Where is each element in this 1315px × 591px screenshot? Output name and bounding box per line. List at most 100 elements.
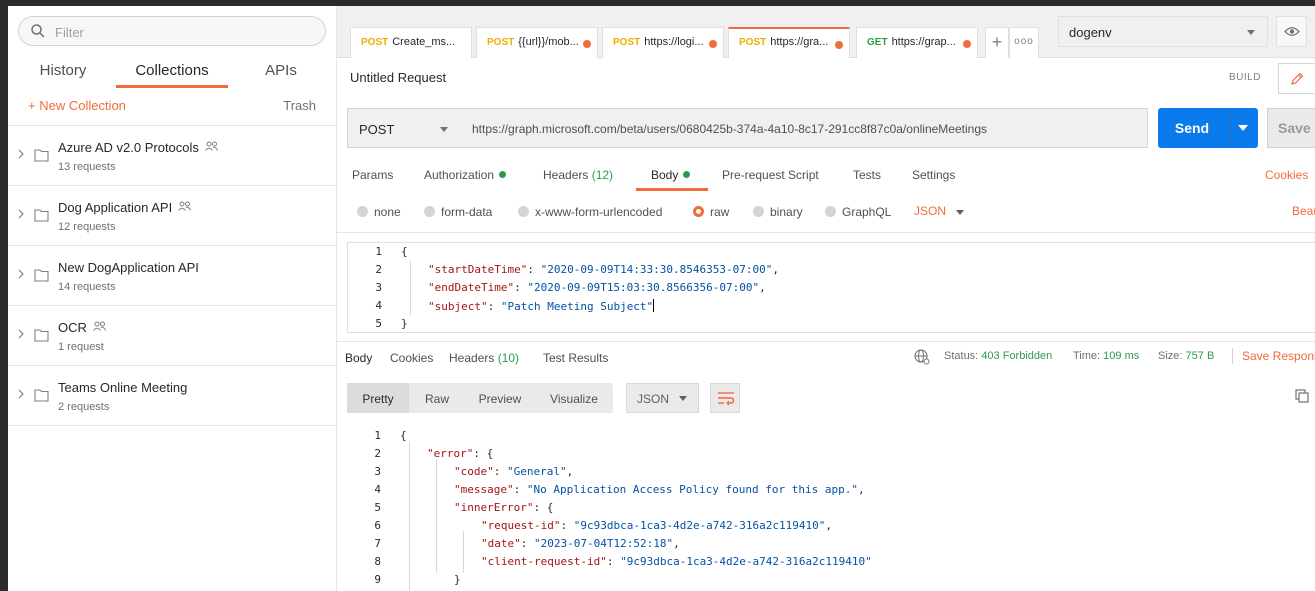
json-key: "client-request-id" [481,555,607,568]
trash-button[interactable]: Trash [283,98,316,113]
collection-item[interactable]: Teams Online Meeting 2 requests [8,366,337,426]
new-collection-button[interactable]: + New Collection [28,98,126,113]
json-key: "innerError" [454,501,534,514]
team-icon [205,141,218,151]
more-tabs-button[interactable]: ooo [1009,27,1039,58]
view-preview[interactable]: Preview [465,383,535,413]
line-number: 3 [374,465,381,478]
collection-item[interactable]: Azure AD v2.0 Protocols 13 requests [8,126,337,186]
filter-input[interactable] [55,22,315,42]
response-tab-headers[interactable]: Headers (10) [449,351,519,365]
chevron-down-icon[interactable] [1238,125,1248,131]
edit-button[interactable] [1278,63,1314,94]
radio-icon [357,206,368,217]
url-input[interactable]: https://graph.microsoft.com/beta/users/0… [462,108,1148,148]
chevron-down-icon[interactable] [956,210,964,215]
request-tab[interactable]: POST Create_ms... [350,27,472,58]
request-tab[interactable]: POST https://logi... [602,27,724,58]
json-key: "date" [481,537,521,550]
tab-tests[interactable]: Tests [853,168,881,182]
view-raw[interactable]: Raw [409,383,465,413]
divider [337,232,1315,233]
tab-prerequest-script[interactable]: Pre-request Script [722,168,819,182]
tab-body[interactable]: Body [651,168,691,182]
request-tab-active[interactable]: POST https://gra... [728,27,850,58]
tab-history[interactable]: History [28,58,98,88]
radio-raw[interactable]: raw [693,205,729,219]
tab-params[interactable]: Params [352,168,393,182]
team-icon [178,201,192,211]
radio-none[interactable]: none [357,205,401,219]
tab-collections[interactable]: Collections [116,58,228,88]
request-tab[interactable]: GET https://grap... [856,27,978,58]
tab-settings[interactable]: Settings [912,168,955,182]
response-format-select[interactable]: JSON [626,383,699,413]
new-tab-button[interactable]: + [985,27,1009,58]
folder-icon [34,269,49,282]
tab-headers[interactable]: Headers (12) [543,168,613,182]
code-line: 2 "startDateTime": "2020-09-09T14:33:30.8… [348,263,1308,281]
tab-authorization[interactable]: Authorization [424,168,507,182]
json-value: "2020-09-09T14:33:30.8546353-07:00" [540,263,773,276]
environment-quick-look-button[interactable] [1276,16,1307,47]
radio-form-data[interactable]: form-data [424,205,492,219]
response-time[interactable]: Time: 109 ms [1073,350,1139,362]
json-value: "9c93dbca-1ca3-4d2e-a742-316a2c119410" [620,555,872,568]
search-icon [31,24,45,38]
environment-select[interactable]: dogenv [1058,16,1268,47]
radio-icon [424,206,435,217]
build-mode-label[interactable]: BUILD [1229,72,1261,83]
collection-item[interactable]: OCR 1 request [8,306,337,366]
beautify-link[interactable]: Beautify [1292,204,1315,218]
json-key: "endDateTime" [428,281,515,294]
request-tab-bar: POST Create_ms... POST {{url}}/mob... POST… [337,6,1315,58]
response-size[interactable]: Size: 757 B [1158,350,1214,362]
text-cursor [653,299,655,312]
json-key: "subject" [428,300,488,313]
sidebar: History Collections APIs + New Collectio… [8,6,337,591]
send-button[interactable]: Send [1158,108,1258,148]
radio-icon [518,206,529,217]
response-tab-body[interactable]: Body [345,351,372,365]
chevron-down-icon [679,396,687,401]
collection-item[interactable]: New DogApplication API 14 requests [8,246,337,306]
save-button[interactable]: Save [1267,108,1315,148]
request-body-editor[interactable]: 1{ 2 "startDateTime": "2020-09-09T14:33:3… [347,242,1315,333]
active-tab-underline [636,188,708,191]
filter-box[interactable] [18,16,326,46]
line-number: 2 [374,447,381,460]
globe-icon[interactable] [914,349,930,365]
request-title[interactable]: Untitled Request [350,70,446,85]
radio-binary[interactable]: binary [753,205,803,219]
radio-graphql[interactable]: GraphQL [825,205,891,219]
save-response-button[interactable]: Save Response [1242,349,1315,363]
view-pretty[interactable]: Pretty [347,383,409,413]
view-visualize[interactable]: Visualize [535,383,613,413]
tab-apis[interactable]: APIs [255,58,307,88]
time-label: Time: [1073,350,1101,362]
response-tab-cookies[interactable]: Cookies [390,351,433,365]
folder-icon [34,389,49,402]
collection-item[interactable]: Dog Application API 12 requests [8,186,337,246]
raw-type-select[interactable]: JSON [914,204,946,218]
sidebar-tabs: History Collections APIs [8,58,337,88]
status-dot [499,171,507,178]
code-line: 1{ [347,429,1307,447]
environment-value: dogenv [1069,25,1112,40]
request-tab[interactable]: POST {{url}}/mob... [476,27,598,58]
window-left-edge [0,0,8,591]
response-body-viewer[interactable]: 1{ 2 "error": { 3 "code": "General", 4 "mes… [347,423,1315,591]
method-select[interactable]: POST [347,108,463,148]
format-value: JSON [637,392,670,406]
divider [1232,348,1233,364]
collection-name: Dog Application API [58,200,192,215]
cookies-link[interactable]: Cookies [1265,168,1308,182]
radio-urlencoded[interactable]: x-www-form-urlencoded [518,205,662,219]
response-status[interactable]: Status: 403 Forbidden [944,350,1052,362]
response-tab-test-results[interactable]: Test Results [543,351,608,365]
json-key: "error" [427,447,474,460]
copy-icon[interactable] [1295,389,1309,403]
wrap-lines-button[interactable] [710,383,740,413]
radio-icon [825,206,836,217]
json-value: "2023-07-04T12:52:18" [534,537,674,550]
